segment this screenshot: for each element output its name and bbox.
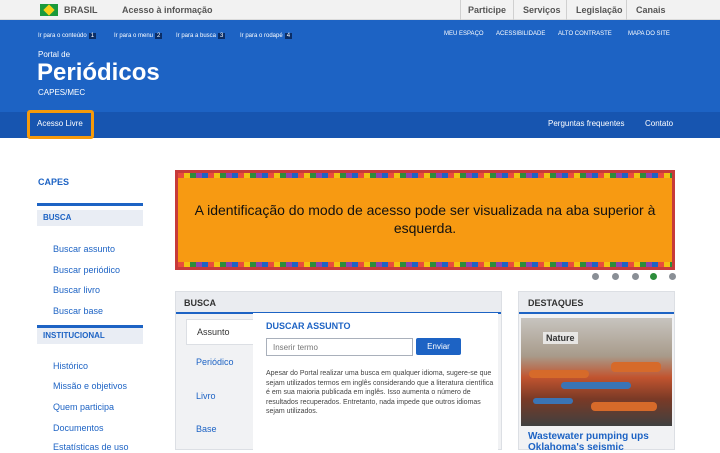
search-help-text: Apesar do Portal realizar uma busca em q… <box>266 370 494 415</box>
featured-image[interactable]: Nature <box>521 318 672 426</box>
skip-link-label: Ir para o conteúdo <box>38 33 87 39</box>
pipe-shape <box>561 382 631 389</box>
sidebar-section-busca[interactable]: BUSCA <box>37 210 143 226</box>
gov-separator <box>566 0 567 20</box>
gov-nav-participe[interactable]: Participe <box>468 5 506 15</box>
sidebar-item-buscar-base[interactable]: Buscar base <box>53 306 103 316</box>
nav-contato[interactable]: Contato <box>645 119 673 128</box>
sidebar-section-label: INSTITUCIONAL <box>43 331 105 340</box>
tool-alto-contraste[interactable]: ALTO CONTRASTE <box>558 31 612 37</box>
skip-link-number: 2 <box>155 33 163 39</box>
sidebar-rule <box>37 203 143 206</box>
brazil-flag-icon <box>40 4 58 16</box>
carousel-dot[interactable] <box>632 273 639 280</box>
sidebar-item-quem-participa[interactable]: Quem participa <box>53 402 114 412</box>
tool-acessibilidade[interactable]: ACESSIBILIDADE <box>496 31 545 37</box>
tool-meu-espaco[interactable]: MEU ESPAÇO <box>444 31 484 37</box>
page-subtitle: CAPES/MEC <box>38 88 86 97</box>
annotation-banner: A identificação do modo de acesso pode s… <box>175 170 675 270</box>
skip-link-number: 4 <box>284 33 293 39</box>
sidebar-item-buscar-assunto[interactable]: Buscar assunto <box>53 244 115 254</box>
portal-header: Ir para o conteúdo 1 Ir para o menu 2 Ir p… <box>0 20 720 112</box>
skip-link-conteudo[interactable]: Ir para o conteúdo 1 <box>38 33 97 39</box>
tab-livro[interactable]: Livro <box>196 391 216 401</box>
nav-perguntas-frequentes[interactable]: Perguntas frequentes <box>548 119 625 128</box>
destaques-panel: DESTAQUES Nature Wastewater pumping ups … <box>518 291 675 453</box>
destaques-header: DESTAQUES <box>519 292 674 314</box>
pipe-shape <box>591 402 657 411</box>
gov-separator <box>513 0 514 20</box>
government-bar: BRASIL Acesso à informação Participe Ser… <box>0 0 720 20</box>
busca-assunto-panel: DUSCAR ASSUNTO Enviar Apesar do Portal r… <box>253 313 498 450</box>
buscar-assunto-heading: DUSCAR ASSUNTO <box>266 321 351 331</box>
sidebar-item-historico[interactable]: Histórico <box>53 361 88 371</box>
pipe-shape <box>611 362 661 372</box>
skip-link-rodape[interactable]: Ir para o rodapé 4 <box>240 33 293 39</box>
busca-header: BUSCA <box>176 292 501 314</box>
portal-label: Portal de <box>38 50 71 59</box>
banner-color-strip <box>178 173 672 178</box>
tab-base[interactable]: Base <box>196 424 217 434</box>
sidebar-item-buscar-livro[interactable]: Buscar livro <box>53 285 100 295</box>
brasil-link[interactable]: BRASIL <box>64 5 98 15</box>
gov-nav-legislacao[interactable]: Legislação <box>576 5 623 15</box>
acesso-informacao-link[interactable]: Acesso à informação <box>122 5 213 15</box>
access-mode-highlight <box>27 110 94 139</box>
search-input[interactable] <box>266 338 413 356</box>
skip-link-busca[interactable]: Ir para a busca 3 <box>176 33 226 39</box>
pipe-shape <box>529 370 589 378</box>
tab-assunto[interactable]: Assunto <box>186 319 254 345</box>
sidebar-section-label: BUSCA <box>43 213 72 222</box>
gov-nav-servicos[interactable]: Serviços <box>523 5 561 15</box>
send-button[interactable]: Enviar <box>416 338 461 355</box>
skip-link-label: Ir para o rodapé <box>240 33 283 39</box>
sidebar-item-buscar-periodico[interactable]: Buscar periódico <box>53 265 120 275</box>
skip-link-number: 3 <box>218 33 226 39</box>
banner-color-strip <box>178 262 672 267</box>
page-title[interactable]: Periódicos <box>37 59 160 87</box>
destaques-heading: DESTAQUES <box>528 298 584 308</box>
skip-link-label: Ir para a busca <box>176 33 217 39</box>
carousel-dot[interactable] <box>669 273 676 280</box>
carousel-dot[interactable] <box>592 273 599 280</box>
sidebar-item-missao[interactable]: Missão e objetivos <box>53 381 127 391</box>
tool-mapa-do-site[interactable]: MAPA DO SITE <box>628 31 670 37</box>
carousel-dot[interactable] <box>612 273 619 280</box>
carousel-dot-active[interactable] <box>650 273 657 280</box>
photo-source-label: Nature <box>543 332 578 344</box>
pipe-shape <box>533 398 573 404</box>
main-nav: Acesso Livre Perguntas frequentes Contat… <box>0 112 720 138</box>
sidebar-item-estatisticas[interactable]: Estatísticas de uso <box>53 442 129 452</box>
busca-heading: BUSCA <box>184 298 217 308</box>
sidebar-section-institucional[interactable]: INSTITUCIONAL <box>37 328 143 344</box>
skip-link-menu[interactable]: Ir para o menu 2 <box>114 33 163 39</box>
gov-separator <box>626 0 627 20</box>
gov-nav-canais[interactable]: Canais <box>636 5 666 15</box>
sidebar-item-documentos[interactable]: Documentos <box>53 423 104 433</box>
tab-periodico[interactable]: Periódico <box>196 357 234 367</box>
sidebar-heading-capes[interactable]: CAPES <box>38 177 69 187</box>
tab-label: Assunto <box>197 327 230 337</box>
gov-separator <box>460 0 461 20</box>
skip-link-label: Ir para o menu <box>114 33 154 39</box>
annotation-text: A identificação do modo de acesso pode s… <box>194 202 656 236</box>
skip-link-number: 1 <box>88 33 97 39</box>
